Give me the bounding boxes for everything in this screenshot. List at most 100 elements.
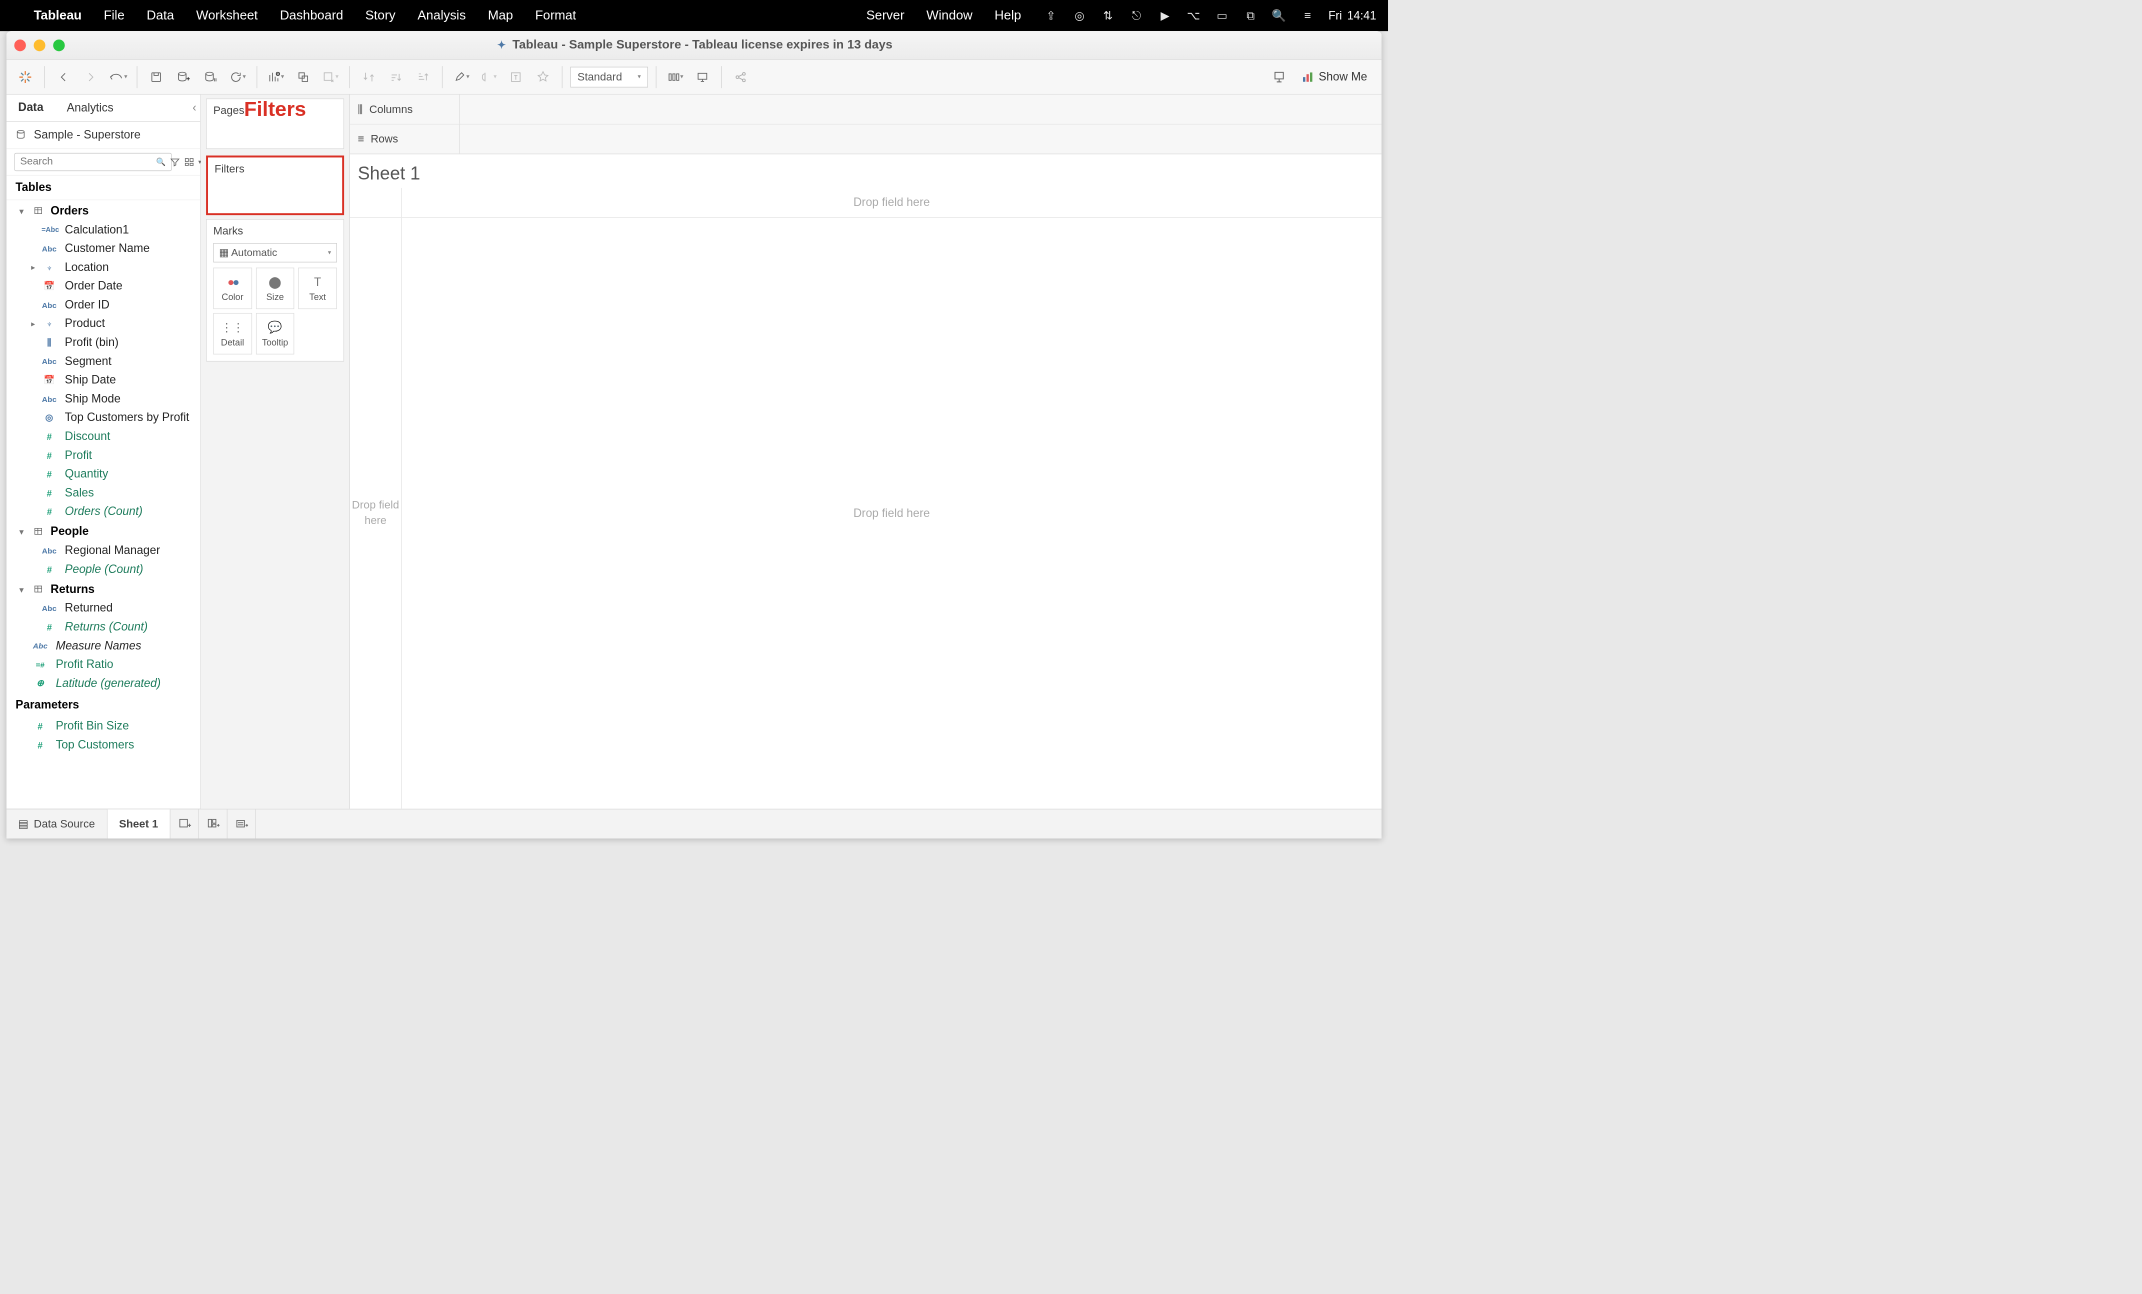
mark-detail[interactable]: ⋮⋮Detail	[213, 313, 252, 354]
field-item[interactable]: AbcOrder ID	[6, 295, 200, 314]
mark-tooltip[interactable]: 💬Tooltip	[256, 313, 295, 354]
status-icon[interactable]: ⇅	[1100, 8, 1116, 24]
pin-button[interactable]	[532, 66, 554, 88]
field-item[interactable]: AbcMeasure Names	[6, 636, 200, 655]
showme-button[interactable]: Show Me	[1295, 66, 1373, 88]
presentation-button[interactable]	[691, 66, 713, 88]
new-dashboard-button[interactable]	[199, 809, 228, 838]
search-input[interactable]	[14, 153, 171, 171]
control-center-icon[interactable]: ≡	[1300, 8, 1316, 24]
datasource-item[interactable]: Sample - Superstore	[6, 122, 200, 149]
menu-data[interactable]: Data	[147, 8, 174, 23]
share-button[interactable]	[730, 66, 752, 88]
menu-window[interactable]: Window	[926, 8, 972, 23]
group-button[interactable]: ▾	[478, 66, 500, 88]
columns-shelf[interactable]: ⫼Columns	[350, 95, 1382, 125]
new-sheet-button[interactable]: ▾	[265, 66, 287, 88]
field-item[interactable]: ◎Top Customers by Profit	[6, 408, 200, 427]
col-drop-zone[interactable]: Drop field here	[402, 188, 1382, 218]
table-group[interactable]: ▾People	[6, 521, 200, 541]
field-item[interactable]: AbcShip Mode	[6, 389, 200, 408]
menu-dashboard[interactable]: Dashboard	[280, 8, 343, 23]
status-icon[interactable]: ▶	[1157, 8, 1173, 24]
pages-shelf[interactable]: Pages	[206, 98, 344, 149]
menu-format[interactable]: Format	[535, 8, 576, 23]
parameter-item[interactable]: #Profit Bin Size	[6, 717, 200, 736]
menu-file[interactable]: File	[104, 8, 125, 23]
collapse-pane-icon[interactable]: ‹	[192, 101, 196, 115]
duplicate-button[interactable]	[292, 66, 314, 88]
menu-help[interactable]: Help	[995, 8, 1022, 23]
mark-type-select[interactable]: ▦ Automatic▾	[213, 243, 337, 262]
field-item[interactable]: #People (Count)	[6, 560, 200, 579]
filters-shelf[interactable]: Filters	[206, 156, 344, 216]
mark-text[interactable]: TText	[298, 268, 337, 309]
field-item[interactable]: =AbcCalculation1	[6, 220, 200, 239]
refresh-button[interactable]: ▾	[227, 66, 249, 88]
menu-worksheet[interactable]: Worksheet	[196, 8, 258, 23]
view-icon[interactable]	[184, 154, 194, 170]
field-item[interactable]: ▸♆Location	[6, 258, 200, 277]
filter-icon[interactable]	[170, 154, 180, 170]
field-item[interactable]: #Quantity	[6, 465, 200, 484]
close-window[interactable]	[14, 39, 26, 51]
tab-analytics[interactable]: Analytics	[55, 95, 125, 122]
row-drop-zone[interactable]: Drop field here	[350, 218, 401, 809]
field-item[interactable]: AbcRegional Manager	[6, 541, 200, 560]
tab-data[interactable]: Data	[6, 95, 55, 122]
sort-desc-button[interactable]	[412, 66, 434, 88]
menu-server[interactable]: Server	[866, 8, 904, 23]
sort-asc-button[interactable]	[385, 66, 407, 88]
zoom-window[interactable]	[53, 39, 65, 51]
field-item[interactable]: #Discount	[6, 427, 200, 446]
fit-selector[interactable]: Standard▾	[570, 66, 648, 87]
field-item[interactable]: #Returns (Count)	[6, 618, 200, 637]
link-icon[interactable]: ⧉	[1243, 8, 1259, 24]
field-item[interactable]: 📅Order Date	[6, 277, 200, 296]
body-drop-zone[interactable]: Drop field here	[402, 218, 1382, 809]
datasource-tab[interactable]: ▤Data Source	[6, 809, 107, 838]
field-item[interactable]: AbcReturned	[6, 599, 200, 618]
new-datasource-button[interactable]	[172, 66, 194, 88]
swap-button[interactable]	[358, 66, 380, 88]
menu-story[interactable]: Story	[365, 8, 395, 23]
field-item[interactable]: AbcSegment	[6, 352, 200, 371]
tableau-icon[interactable]	[14, 66, 36, 88]
field-item[interactable]: #Orders (Count)	[6, 502, 200, 521]
text-button[interactable]	[505, 66, 527, 88]
mark-color[interactable]: ●●Color	[213, 268, 252, 309]
forward-button[interactable]	[80, 66, 102, 88]
field-item[interactable]: #Sales	[6, 483, 200, 502]
battery-icon[interactable]: ▭	[1214, 8, 1230, 24]
new-worksheet-button[interactable]	[170, 809, 199, 838]
menubar-app[interactable]: Tableau	[34, 8, 82, 23]
field-item[interactable]: #Profit	[6, 446, 200, 465]
status-icon[interactable]: ⎋	[1129, 8, 1145, 24]
field-item[interactable]: AbcCustomer Name	[6, 239, 200, 258]
new-story-button[interactable]	[227, 809, 256, 838]
back-button[interactable]	[52, 66, 74, 88]
show-cards-button[interactable]: ▾	[664, 66, 686, 88]
field-item[interactable]: ▸♆Product	[6, 314, 200, 333]
menubar-clock[interactable]: Fri14:41	[1328, 9, 1376, 23]
rows-shelf[interactable]: ≡Rows	[350, 124, 1382, 154]
save-button[interactable]	[145, 66, 167, 88]
table-group[interactable]: ▾Returns	[6, 579, 200, 599]
sheet-title[interactable]: Sheet 1	[350, 154, 1382, 188]
sheet-tab[interactable]: Sheet 1	[107, 809, 170, 838]
minimize-window[interactable]	[34, 39, 46, 51]
search-icon[interactable]: 🔍	[1271, 8, 1287, 24]
guide-button[interactable]	[1268, 66, 1290, 88]
pause-button[interactable]	[200, 66, 222, 88]
field-item[interactable]: ⊕Latitude (generated)	[6, 674, 200, 693]
highlight-button[interactable]: ▾	[450, 66, 472, 88]
undo-dropdown[interactable]: ▾	[107, 66, 129, 88]
field-item[interactable]: ⫼Profit (bin)	[6, 333, 200, 352]
field-item[interactable]: =#Profit Ratio	[6, 655, 200, 674]
bluetooth-icon[interactable]: ⌥	[1186, 8, 1202, 24]
mark-size[interactable]: ⬤Size	[256, 268, 295, 309]
clear-button[interactable]: ▾	[319, 66, 341, 88]
table-group[interactable]: ▾Orders	[6, 200, 200, 220]
menu-map[interactable]: Map	[488, 8, 513, 23]
status-icon[interactable]: ◎	[1072, 8, 1088, 24]
